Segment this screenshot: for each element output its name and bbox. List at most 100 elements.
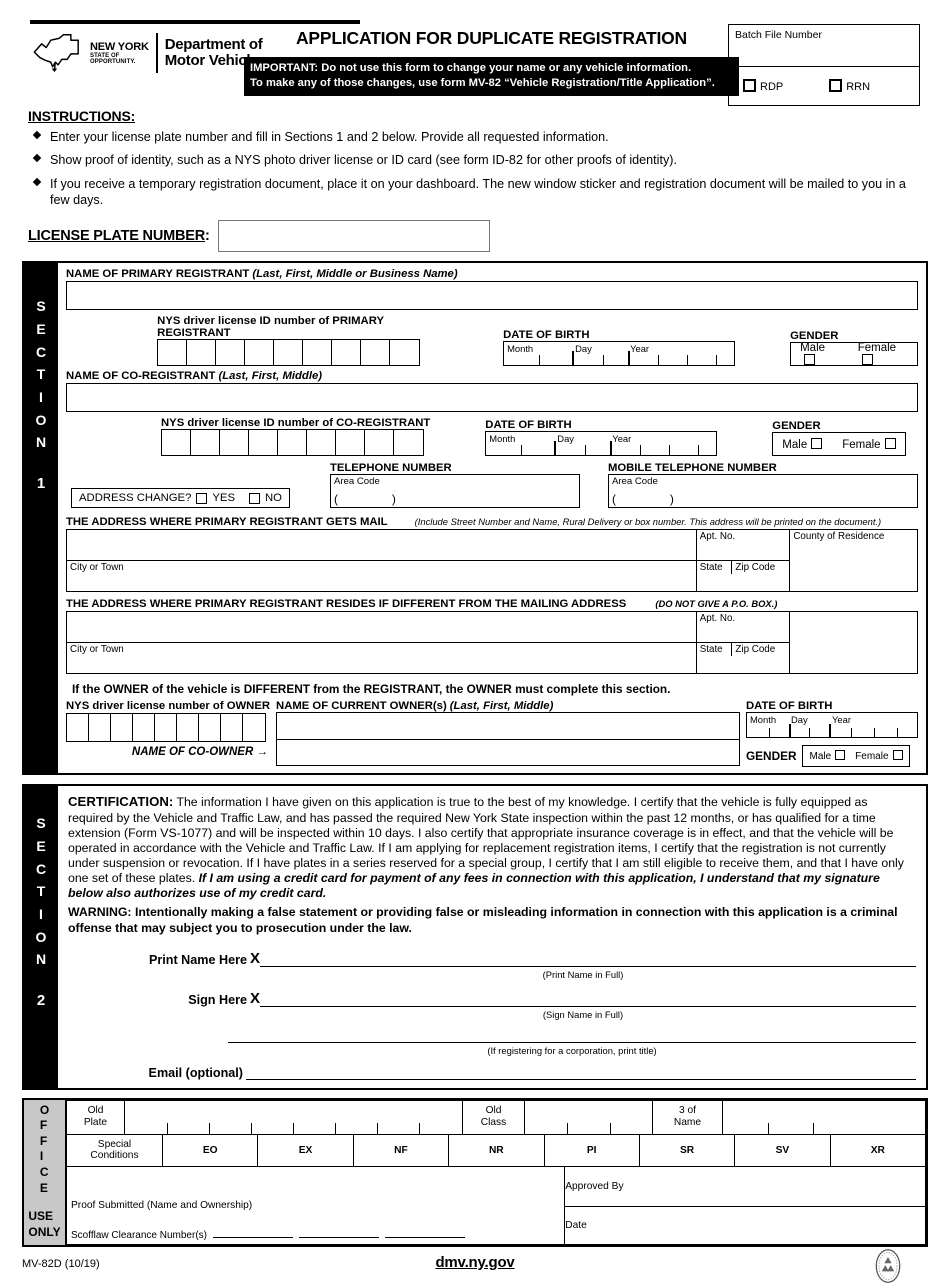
mobile-telephone-input[interactable]: Area Code ( )	[607, 474, 918, 509]
coowner-name-input[interactable]	[276, 740, 740, 767]
owner-license-block: NYS driver license number of OWNER NAME …	[66, 700, 270, 758]
mailing-city-cell[interactable]: City or Town	[66, 560, 697, 593]
coregistrant-dob-input[interactable]: Month Day Year	[485, 431, 718, 457]
rrn-checkbox-group[interactable]: RRN	[829, 79, 870, 93]
rdp-checkbox-group[interactable]: RDP	[743, 79, 783, 93]
gender-female-option[interactable]: Female	[842, 437, 896, 451]
telephone-input[interactable]: Area Code ( )	[329, 474, 580, 509]
proof-submitted-cell[interactable]: Proof Submitted (Name and Ownership) Sco…	[65, 1165, 566, 1245]
gender-male-option[interactable]: Male	[809, 750, 846, 762]
primary-license-cells[interactable]	[157, 339, 421, 367]
print-name-input[interactable]	[260, 965, 916, 967]
address-change-yes-checkbox[interactable]	[196, 492, 208, 504]
gender-male-checkbox[interactable]	[835, 750, 846, 761]
license-cell[interactable]	[245, 340, 275, 366]
owner-dob-input[interactable]: Month Day Year	[746, 712, 918, 739]
license-cell[interactable]	[158, 340, 188, 366]
license-cell[interactable]	[336, 430, 365, 456]
primary-dob-input[interactable]: Month Day Year	[503, 341, 736, 367]
rdp-checkbox[interactable]	[743, 79, 756, 92]
license-cell[interactable]	[303, 340, 333, 366]
mailing-apt-cell[interactable]: Apt. No.	[695, 529, 791, 562]
residence-zip-input[interactable]: Zip Code	[732, 643, 789, 656]
address-change-group[interactable]: ADDRESS CHANGE? YES NO	[71, 488, 290, 509]
license-cell[interactable]	[216, 340, 246, 366]
coregistrant-name-input[interactable]	[66, 383, 918, 413]
license-cell[interactable]	[278, 430, 307, 456]
residence-apt-cell[interactable]: Apt. No.	[695, 611, 791, 644]
condition-code-cell[interactable]: SR	[638, 1133, 736, 1167]
primary-gender-input[interactable]: Male Female	[790, 342, 918, 367]
email-input[interactable]	[246, 1078, 916, 1080]
section-2-body: CERTIFICATION: The information I have gi…	[58, 786, 926, 1087]
gender-female-checkbox[interactable]	[892, 750, 903, 761]
mailing-state-input[interactable]: State	[696, 561, 733, 575]
license-cell[interactable]	[243, 714, 265, 741]
owner-license-cells[interactable]	[66, 713, 266, 743]
dmv-url-link[interactable]: dmv.ny.gov	[22, 1254, 928, 1271]
license-cell[interactable]	[133, 714, 155, 742]
primary-registrant-name-input[interactable]	[66, 281, 918, 311]
gender-male-option[interactable]: Male	[782, 437, 823, 451]
name-count-input[interactable]	[722, 1099, 926, 1135]
condition-code-cell[interactable]: XR	[829, 1133, 927, 1167]
license-cell[interactable]	[394, 430, 423, 455]
title-column: APPLICATION FOR DUPLICATE REGISTRATION I…	[244, 28, 739, 96]
condition-code-cell[interactable]: EX	[257, 1133, 354, 1167]
gender-female-checkbox[interactable]	[884, 437, 896, 449]
mailing-zip-input[interactable]: Zip Code	[732, 561, 789, 574]
corporate-title-input[interactable]	[228, 1041, 916, 1043]
license-cell[interactable]	[220, 430, 249, 456]
license-cell[interactable]	[191, 430, 220, 456]
condition-code-cell[interactable]: SV	[734, 1133, 831, 1167]
license-cell[interactable]	[177, 714, 199, 742]
license-cell[interactable]	[111, 714, 133, 742]
gender-female-option[interactable]: Female	[855, 750, 903, 762]
scofflaw-input[interactable]	[384, 1236, 465, 1238]
license-cell[interactable]	[221, 714, 243, 742]
address-change-no-checkbox[interactable]	[248, 492, 260, 504]
mailing-county-cell[interactable]: County of Residence	[789, 529, 918, 593]
condition-code-cell[interactable]: PI	[543, 1133, 640, 1167]
residence-city-cell[interactable]: City or Town	[66, 642, 697, 675]
license-cell[interactable]	[390, 340, 419, 365]
license-plate-input[interactable]	[217, 220, 490, 253]
gender-male-checkbox[interactable]	[804, 353, 816, 365]
coregistrant-gender-input[interactable]: Male Female	[772, 432, 906, 457]
condition-code-cell[interactable]: NF	[352, 1133, 450, 1167]
license-cell[interactable]	[365, 430, 394, 456]
license-cell[interactable]	[307, 430, 336, 456]
coregistrant-license-cells[interactable]	[161, 429, 424, 457]
license-cell[interactable]	[162, 430, 191, 456]
condition-code-cell[interactable]: NR	[448, 1133, 545, 1167]
special-conditions-line-1: Special	[97, 1138, 132, 1150]
residence-street-input[interactable]	[66, 611, 697, 644]
scofflaw-input[interactable]	[298, 1236, 379, 1238]
approved-by-cell[interactable]: Approved By	[564, 1165, 926, 1207]
residence-state-input[interactable]: State	[696, 643, 733, 657]
rrn-checkbox[interactable]	[829, 79, 843, 92]
license-cell[interactable]	[332, 340, 362, 366]
license-cell[interactable]	[274, 340, 304, 366]
license-cell[interactable]	[67, 714, 89, 742]
owner-name-input[interactable]	[276, 712, 740, 741]
batch-file-number-field[interactable]: Batch File Number	[729, 25, 919, 67]
owner-gender-input[interactable]: Male Female	[802, 745, 910, 768]
mailing-street-input[interactable]	[66, 529, 697, 562]
gender-female-option[interactable]: Female	[858, 342, 908, 367]
condition-code-cell[interactable]: EO	[161, 1133, 259, 1167]
gender-female-checkbox[interactable]	[861, 353, 873, 365]
license-cell[interactable]	[249, 430, 278, 456]
license-cell[interactable]	[155, 714, 177, 742]
old-plate-input[interactable]	[124, 1099, 463, 1135]
signature-input[interactable]	[260, 1005, 916, 1007]
license-cell[interactable]	[361, 340, 391, 366]
date-cell[interactable]: Date	[564, 1205, 926, 1245]
scofflaw-input[interactable]	[212, 1236, 293, 1238]
license-cell[interactable]	[89, 714, 111, 742]
gender-male-checkbox[interactable]	[811, 437, 823, 449]
license-cell[interactable]	[187, 340, 217, 366]
gender-male-option[interactable]: Male	[800, 342, 838, 367]
old-class-input[interactable]	[524, 1099, 653, 1135]
license-cell[interactable]	[199, 714, 221, 742]
